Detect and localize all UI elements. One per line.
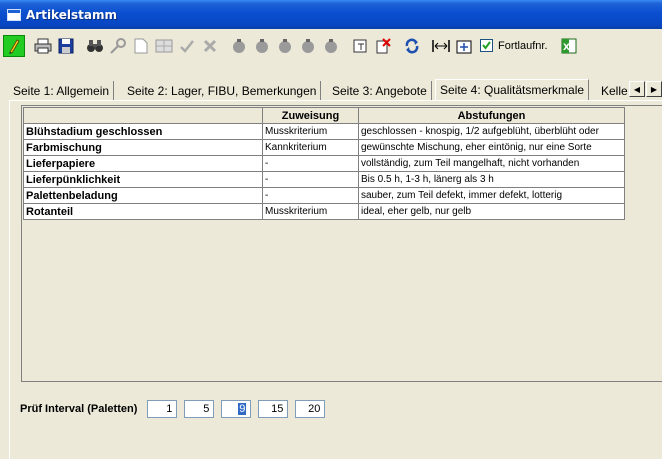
interval-input-4[interactable]: 15 xyxy=(258,400,289,418)
fortlaufnr-checkbox[interactable] xyxy=(480,39,493,52)
pruef-interval-row: Prüf Interval (Paletten) 1 5 9 15 20 xyxy=(20,399,332,419)
tab-strip: Seite 1: Allgemein Seite 2: Lager, FIBU,… xyxy=(9,79,662,101)
table-row[interactable]: Lieferpapiere - vollständig, zum Teil ma… xyxy=(23,155,625,172)
refresh-icon[interactable] xyxy=(401,35,423,57)
check-mark-icon[interactable] xyxy=(176,35,198,57)
interval-input-2[interactable]: 5 xyxy=(184,400,215,418)
row-zuweisung[interactable]: - xyxy=(262,171,359,188)
row-abstufungen[interactable]: geschlossen - knospig, 1/2 aufgeblüht, ü… xyxy=(358,123,625,140)
interval-input-3-selection: 9 xyxy=(238,403,247,415)
table-row[interactable]: Lieferpünklichkeit - Bis 0.5 h, 1-3 h, l… xyxy=(23,171,625,188)
row-abstufungen[interactable]: sauber, zum Teil defekt, immer defekt, l… xyxy=(358,187,625,204)
row-abstufungen[interactable]: gewünschte Mischung, eher eintönig, nur … xyxy=(358,139,625,156)
nav-last-icon[interactable] xyxy=(297,35,319,57)
interval-input-3[interactable]: 9 xyxy=(221,400,252,418)
table-row[interactable]: Farbmischung Kannkriterium gewünschte Mi… xyxy=(23,139,625,156)
column-header-zuweisung[interactable]: Zuweisung xyxy=(262,107,359,124)
row-zuweisung[interactable]: Musskriterium xyxy=(262,123,359,140)
fortlaufnr-label: Fortlaufnr. xyxy=(498,39,548,52)
window-icon xyxy=(7,8,21,21)
column-header-name[interactable] xyxy=(23,107,263,124)
interval-input-1[interactable]: 1 xyxy=(147,400,178,418)
key-icon[interactable] xyxy=(107,35,129,57)
table-row[interactable]: Palettenbeladung - sauber, zum Teil defe… xyxy=(23,187,625,204)
row-abstufungen[interactable]: vollständig, zum Teil mangelhaft, nicht … xyxy=(358,155,625,172)
window-split-icon[interactable] xyxy=(349,35,371,57)
row-name[interactable]: Farbmischung xyxy=(23,139,263,156)
nav-next-icon[interactable] xyxy=(274,35,296,57)
row-name[interactable]: Lieferpünklichkeit xyxy=(23,171,263,188)
quality-table: Zuweisung Abstufungen Blühstadium geschl… xyxy=(23,107,625,220)
row-zuweisung[interactable]: - xyxy=(262,187,359,204)
tab-lager-fibu[interactable]: Seite 2: Lager, FIBU, Bemerkungen xyxy=(123,81,322,101)
pruef-interval-label: Prüf Interval (Paletten) xyxy=(20,403,138,415)
arrow-right-icon: ▶ xyxy=(650,84,658,94)
tab-scroll-left-button[interactable]: ◀ xyxy=(629,81,645,97)
column-header-abstufungen[interactable]: Abstufungen xyxy=(358,107,625,124)
fortlaufnr-toggle[interactable]: Fortlaufnr. xyxy=(480,39,548,52)
table-row[interactable]: Rotanteil Musskriterium ideal, eher gelb… xyxy=(23,203,625,220)
quality-grid: Zuweisung Abstufungen Blühstadium geschl… xyxy=(21,105,662,382)
tab-qualitaetsmerkmale[interactable]: Seite 4: Qualitätsmerkmale xyxy=(435,79,590,101)
save-icon[interactable] xyxy=(55,35,77,57)
delete-record-icon[interactable] xyxy=(372,35,394,57)
arrow-left-icon: ◀ xyxy=(633,84,641,94)
row-name[interactable]: Blühstadium geschlossen xyxy=(23,123,263,140)
nav-record-icon[interactable] xyxy=(320,35,342,57)
print-icon[interactable] xyxy=(32,35,54,57)
new-document-icon[interactable] xyxy=(130,35,152,57)
tab-keller[interactable]: Kelle xyxy=(597,81,632,101)
row-zuweisung[interactable]: Kannkriterium xyxy=(262,139,359,156)
row-abstufungen[interactable]: ideal, eher gelb, nur gelb xyxy=(358,203,625,220)
interval-input-5[interactable]: 20 xyxy=(295,400,326,418)
row-name[interactable]: Lieferpapiere xyxy=(23,155,263,172)
pencil-edit-icon[interactable] xyxy=(3,34,25,57)
grid-image-icon[interactable] xyxy=(153,35,175,57)
window-title: Artikelstamm xyxy=(26,7,117,22)
row-zuweisung[interactable]: Musskriterium xyxy=(262,203,359,220)
svg-text:X: X xyxy=(563,43,570,53)
row-name[interactable]: Palettenbeladung xyxy=(23,187,263,204)
row-abstufungen[interactable]: Bis 0.5 h, 1-3 h, länerg als 3 h xyxy=(358,171,625,188)
excel-export-icon[interactable]: X xyxy=(558,35,580,57)
tab-allgemein[interactable]: Seite 1: Allgemein xyxy=(9,81,115,101)
row-name[interactable]: Rotanteil xyxy=(23,203,263,220)
row-zuweisung[interactable]: - xyxy=(262,155,359,172)
title-bar: Artikelstamm xyxy=(0,0,662,29)
delete-x-icon[interactable] xyxy=(199,35,221,57)
fit-width-icon[interactable] xyxy=(430,35,452,57)
tab-angebote[interactable]: Seite 3: Angebote xyxy=(328,81,432,101)
table-header-row: Zuweisung Abstufungen xyxy=(23,107,625,124)
fit-page-icon[interactable] xyxy=(453,35,475,57)
nav-prev-icon[interactable] xyxy=(251,35,273,57)
tab-scroll-right-button[interactable]: ▶ xyxy=(646,81,662,97)
toolbar: Fortlaufnr. X xyxy=(0,29,662,62)
nav-first-icon[interactable] xyxy=(228,35,250,57)
table-row[interactable]: Blühstadium geschlossen Musskriterium ge… xyxy=(23,123,625,140)
binoculars-search-icon[interactable] xyxy=(84,35,106,57)
